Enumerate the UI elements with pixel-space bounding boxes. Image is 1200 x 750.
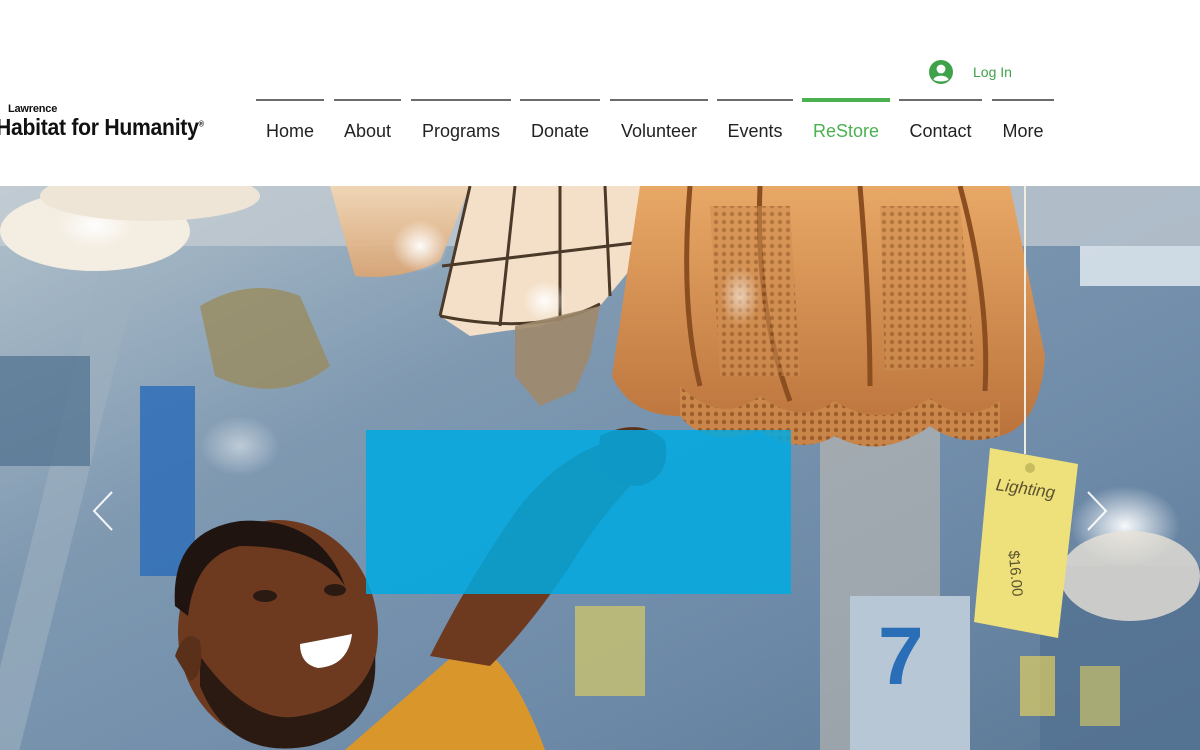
nav-label: Volunteer	[620, 121, 698, 141]
nav-about[interactable]: About	[334, 99, 401, 149]
site-header: Lawrence Habitat for Humanity® Log In Ho…	[0, 0, 1200, 186]
nav-events[interactable]: Events	[717, 99, 793, 149]
nav-donate[interactable]: Donate	[520, 99, 600, 149]
nav-label: Events	[727, 121, 783, 141]
nav-label: ReStore	[812, 121, 880, 141]
nav-label: More	[1002, 121, 1044, 141]
user-avatar-icon	[929, 60, 953, 84]
nav-restore[interactable]: ReStore	[802, 98, 890, 148]
habitat-logo[interactable]: Lawrence Habitat for Humanity®	[0, 102, 241, 146]
nav-programs[interactable]: Programs	[411, 99, 511, 149]
bin-number-text: 7	[878, 611, 924, 702]
chevron-right-icon	[1087, 491, 1108, 531]
logo-brand-text: Habitat for Humanity®	[0, 114, 204, 140]
next-slide-button[interactable]	[1082, 490, 1112, 532]
nav-label: About	[343, 121, 392, 141]
hero-slideshow: 7 Lighting $16.00	[0, 186, 1200, 750]
login-label: Log In	[973, 64, 1012, 80]
nav-label: Donate	[530, 121, 590, 141]
nav-volunteer[interactable]: Volunteer	[610, 99, 708, 149]
nav-label: Contact	[909, 121, 972, 141]
nav-more[interactable]: More	[992, 99, 1054, 149]
nav-home[interactable]: Home	[256, 99, 324, 149]
prev-slide-button[interactable]	[88, 490, 118, 532]
nav-label: Programs	[421, 121, 501, 141]
nav-contact[interactable]: Contact	[899, 99, 982, 149]
nav-label: Home	[265, 121, 314, 141]
chevron-left-icon	[92, 491, 113, 531]
slide-caption-box	[366, 430, 791, 594]
login-button[interactable]: Log In	[928, 58, 1012, 86]
